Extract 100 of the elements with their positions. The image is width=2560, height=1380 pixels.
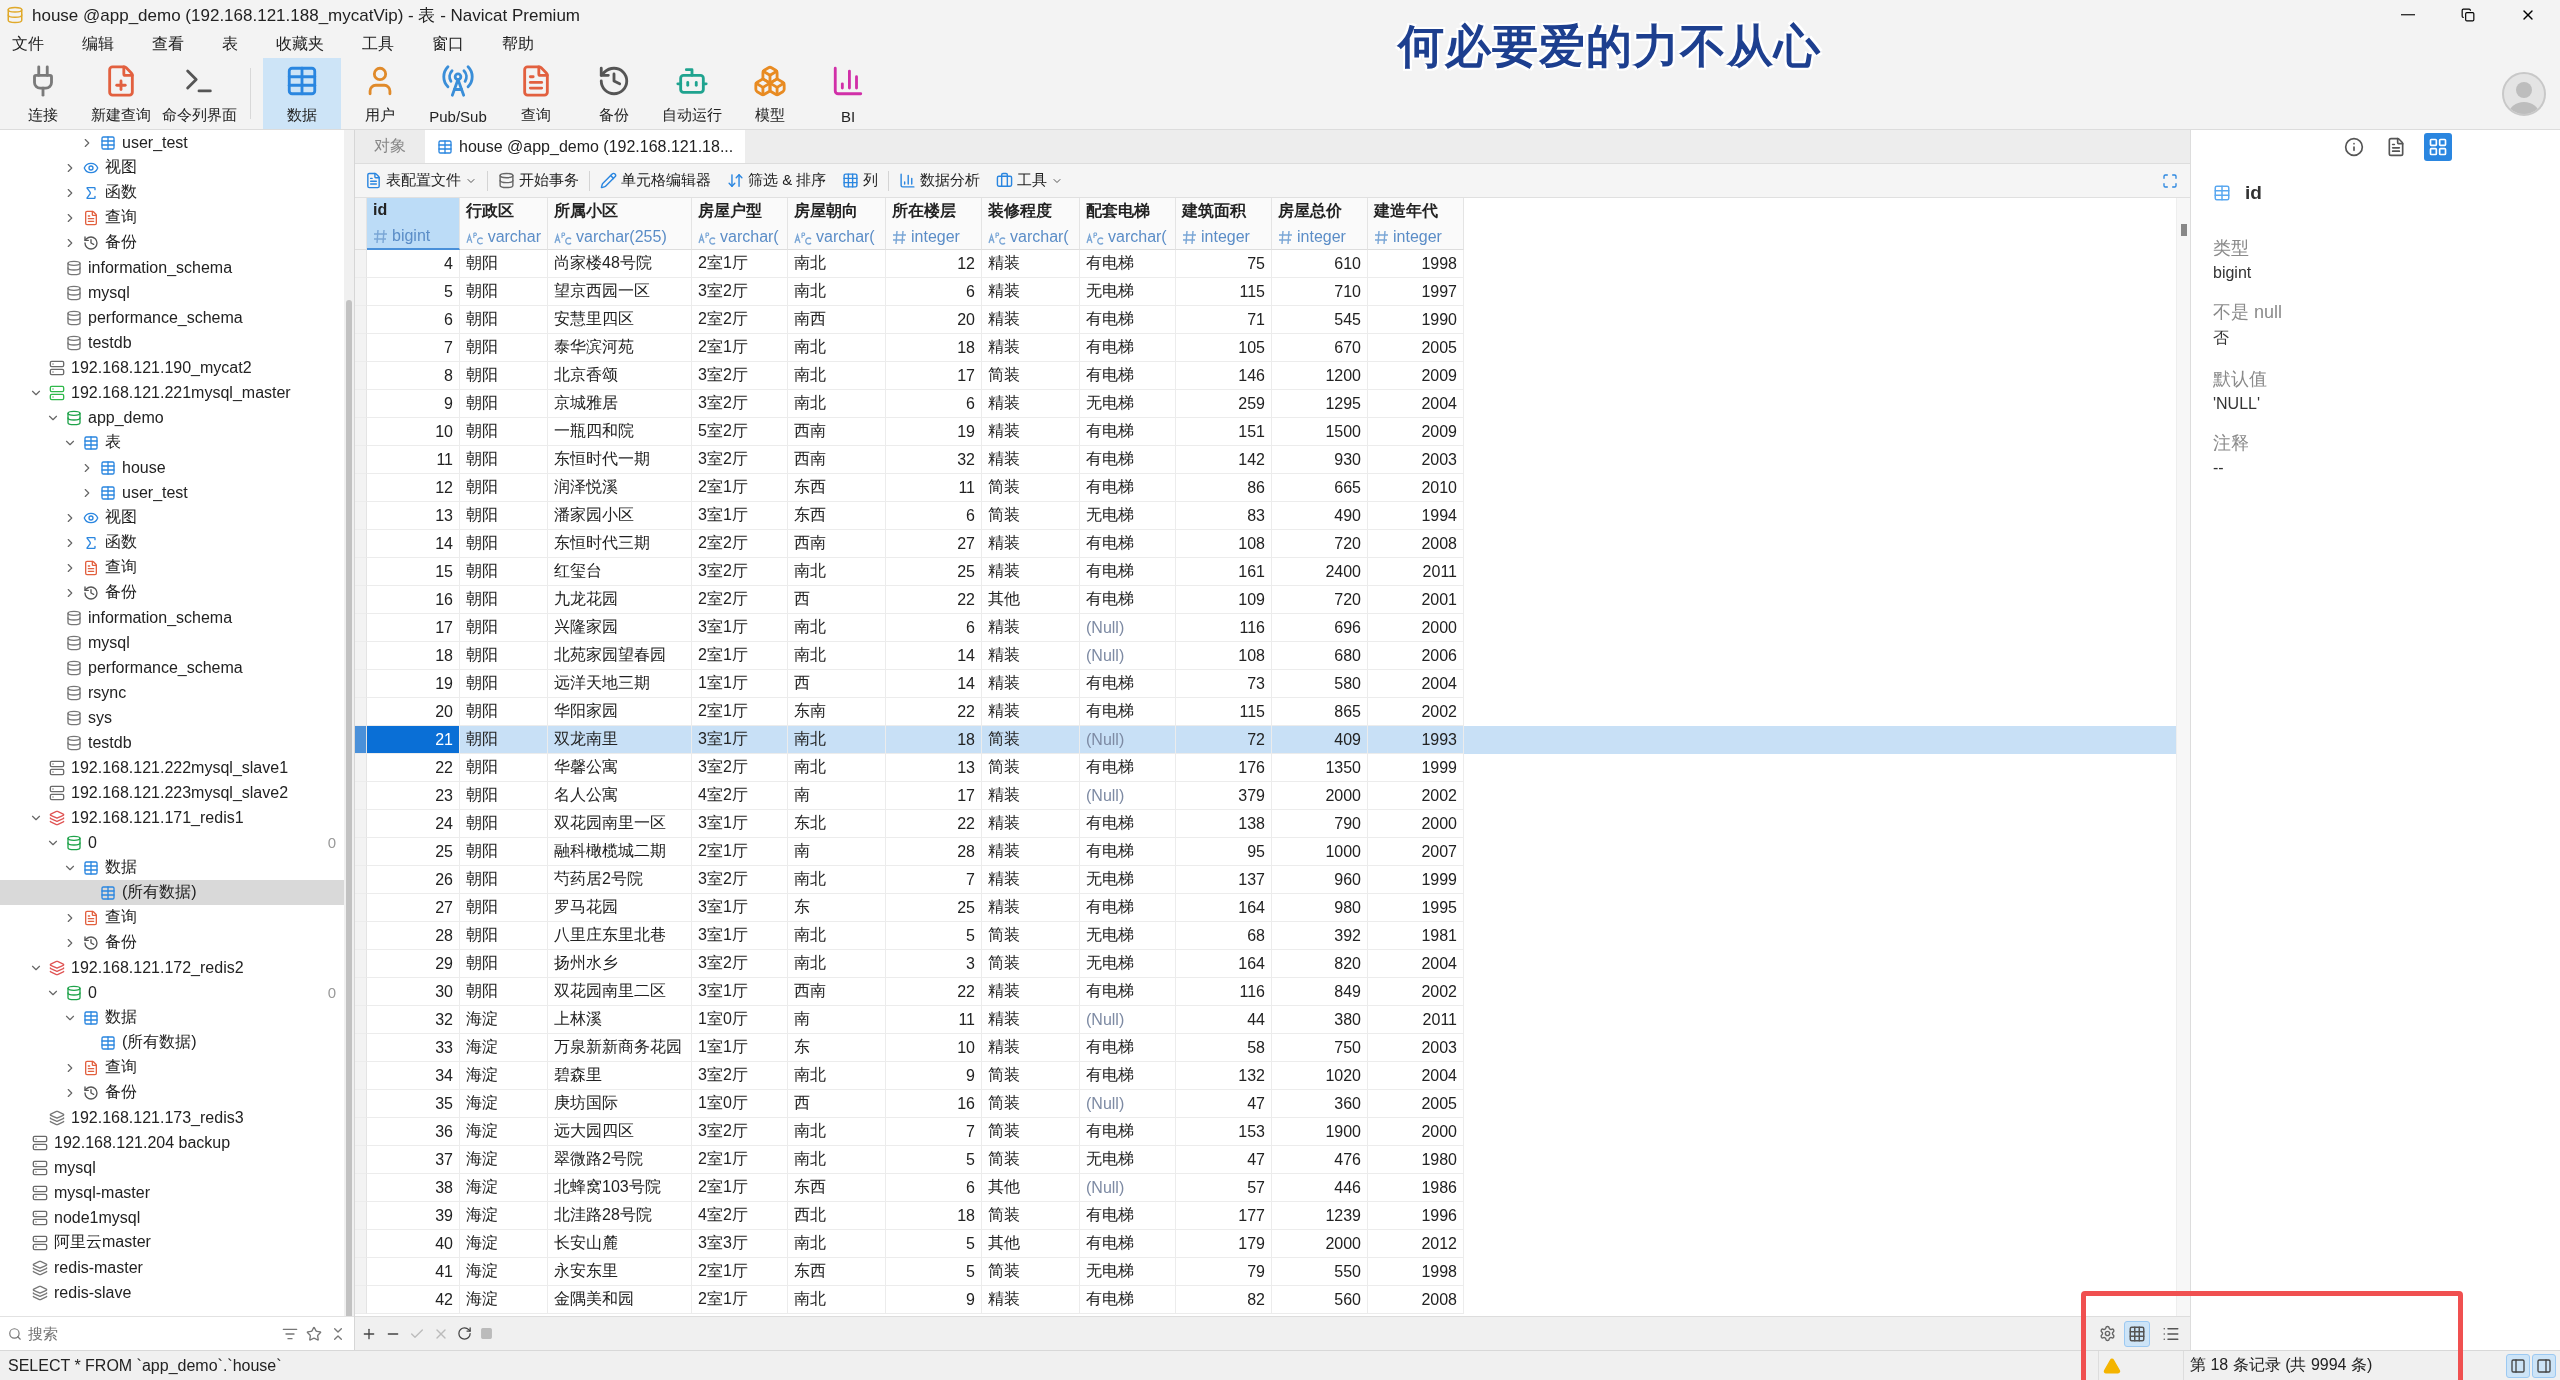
tree-item[interactable]: performance_schema: [0, 305, 344, 330]
panel-tab[interactable]: [2423, 133, 2452, 161]
row-header[interactable]: [355, 1202, 367, 1230]
row-header[interactable]: [355, 1286, 367, 1314]
column-header[interactable]: 建筑面积 integer: [1176, 198, 1272, 250]
row-header[interactable]: [355, 530, 367, 558]
avatar[interactable]: [2502, 71, 2546, 116]
column-header[interactable]: 装修程度 varchar(: [982, 198, 1080, 250]
tree-item[interactable]: app_demo: [0, 405, 344, 430]
fullscreen-icon[interactable]: [2162, 172, 2178, 189]
tree-item[interactable]: 备份: [0, 580, 344, 605]
tree-item[interactable]: 阿里云master: [0, 1230, 344, 1255]
row-header[interactable]: [355, 754, 367, 782]
tree-item[interactable]: mysql: [0, 630, 344, 655]
row-header[interactable]: [355, 446, 367, 474]
column-header[interactable]: 所在楼层 integer: [886, 198, 982, 250]
tree-item[interactable]: redis-master: [0, 1255, 344, 1280]
scrollbar-thumb[interactable]: [2181, 224, 2187, 236]
row-header[interactable]: [355, 278, 367, 306]
toolbar-button[interactable]: 新建查询: [82, 58, 160, 129]
refresh-icon[interactable]: [457, 1326, 472, 1341]
row-header[interactable]: [355, 1118, 367, 1146]
tree-item[interactable]: 192.168.121.172_redis2: [0, 955, 344, 980]
menu-item[interactable]: 帮助: [498, 31, 548, 57]
warning-icon[interactable]: [2103, 1356, 2121, 1375]
tree-item[interactable]: 备份: [0, 230, 344, 255]
toolbar-button[interactable]: 单元格编辑器: [594, 169, 717, 192]
row-header[interactable]: [355, 1146, 367, 1174]
panel-toggle-button[interactable]: [2532, 1353, 2556, 1378]
row-header[interactable]: [355, 1230, 367, 1258]
tree-item[interactable]: 192.168.121.222mysql_slave1: [0, 755, 344, 780]
tree-item[interactable]: 192.168.121.204 backup: [0, 1130, 344, 1155]
menu-item[interactable]: 编辑: [78, 31, 128, 57]
menu-item[interactable]: 收藏夹: [272, 31, 338, 57]
row-header[interactable]: [355, 866, 367, 894]
tree-item[interactable]: redis-slave: [0, 1280, 344, 1305]
toolbar-button[interactable]: 数据: [263, 58, 341, 129]
column-header[interactable]: 行政区 varchar: [460, 198, 548, 250]
tree-item[interactable]: performance_schema: [0, 655, 344, 680]
tree-item[interactable]: rsync: [0, 680, 344, 705]
scrollbar-thumb[interactable]: [346, 300, 352, 1316]
tree-item[interactable]: 查询: [0, 205, 344, 230]
tree-item[interactable]: 0 0: [0, 830, 344, 855]
tab[interactable]: house @app_demo (192.168.121.18...: [425, 130, 746, 163]
tree-item[interactable]: 192.168.121.173_redis3: [0, 1105, 344, 1130]
row-header[interactable]: [355, 1006, 367, 1034]
row-header[interactable]: [355, 726, 367, 754]
column-header[interactable]: 配套电梯 varchar(: [1080, 198, 1176, 250]
tree-item[interactable]: 0 0: [0, 980, 344, 1005]
tree-item[interactable]: mysql: [0, 280, 344, 305]
toolbar-button[interactable]: 表配置文件: [359, 169, 483, 192]
tree-item[interactable]: node1mysql: [0, 1205, 344, 1230]
column-header[interactable]: 所属小区 varchar(255): [548, 198, 692, 250]
tree-item[interactable]: 视图: [0, 505, 344, 530]
tree-item[interactable]: testdb: [0, 330, 344, 355]
star-icon[interactable]: [306, 1325, 322, 1342]
toolbar-button[interactable]: 用户: [341, 58, 419, 129]
toolbar-button[interactable]: 查询: [497, 58, 575, 129]
toolbar-button[interactable]: 开始事务: [492, 169, 585, 192]
row-header[interactable]: [355, 1258, 367, 1286]
toolbar-button[interactable]: 模型: [731, 58, 809, 129]
tree-item[interactable]: 数据: [0, 855, 344, 880]
tree-item[interactable]: information_schema: [0, 255, 344, 280]
table-row[interactable]: 21 朝阳 双龙南里 3室1厅 南北 18 简装 (Null) 72 409 1993: [355, 726, 2176, 754]
column-header[interactable]: 房屋户型 varchar(: [692, 198, 788, 250]
row-header[interactable]: [355, 782, 367, 810]
row-header[interactable]: [355, 502, 367, 530]
menu-item[interactable]: 窗口: [428, 31, 478, 57]
tree-item[interactable]: 查询: [0, 555, 344, 580]
row-header[interactable]: [355, 670, 367, 698]
menu-item[interactable]: 查看: [148, 31, 198, 57]
toolbar-button[interactable]: 连接: [4, 58, 82, 129]
view-mode-button[interactable]: [2124, 1320, 2150, 1347]
row-header[interactable]: [355, 1090, 367, 1118]
tree-item[interactable]: mysql: [0, 1155, 344, 1180]
row-header[interactable]: [355, 1034, 367, 1062]
row-header[interactable]: [355, 306, 367, 334]
row-header[interactable]: [355, 894, 367, 922]
column-header[interactable]: id bigint: [367, 198, 460, 250]
tree-item[interactable]: 192.168.121.171_redis1: [0, 805, 344, 830]
tree-item[interactable]: (所有数据): [0, 880, 344, 905]
toolbar-button[interactable]: BI: [809, 58, 887, 129]
tree-item[interactable]: information_schema: [0, 605, 344, 630]
toolbar-button[interactable]: 自动运行: [653, 58, 731, 129]
tree-item[interactable]: 192.168.121.190_mycat2: [0, 355, 344, 380]
row-header[interactable]: [355, 642, 367, 670]
row-header[interactable]: [355, 586, 367, 614]
toolbar-button[interactable]: 筛选 & 排序: [721, 169, 833, 192]
row-header[interactable]: [355, 922, 367, 950]
tree-item[interactable]: 函数: [0, 180, 344, 205]
tree-item[interactable]: 查询: [0, 905, 344, 930]
tree-item[interactable]: user_test: [0, 130, 344, 155]
menu-item[interactable]: 表: [218, 31, 252, 57]
toolbar-button[interactable]: 数据分析: [893, 169, 987, 192]
tree-item[interactable]: 视图: [0, 155, 344, 180]
tree-item[interactable]: sys: [0, 705, 344, 730]
column-header[interactable]: 房屋总价 integer: [1272, 198, 1368, 250]
row-header[interactable]: [355, 614, 367, 642]
row-header[interactable]: [355, 474, 367, 502]
tree-item[interactable]: 192.168.121.221mysql_master: [0, 380, 344, 405]
